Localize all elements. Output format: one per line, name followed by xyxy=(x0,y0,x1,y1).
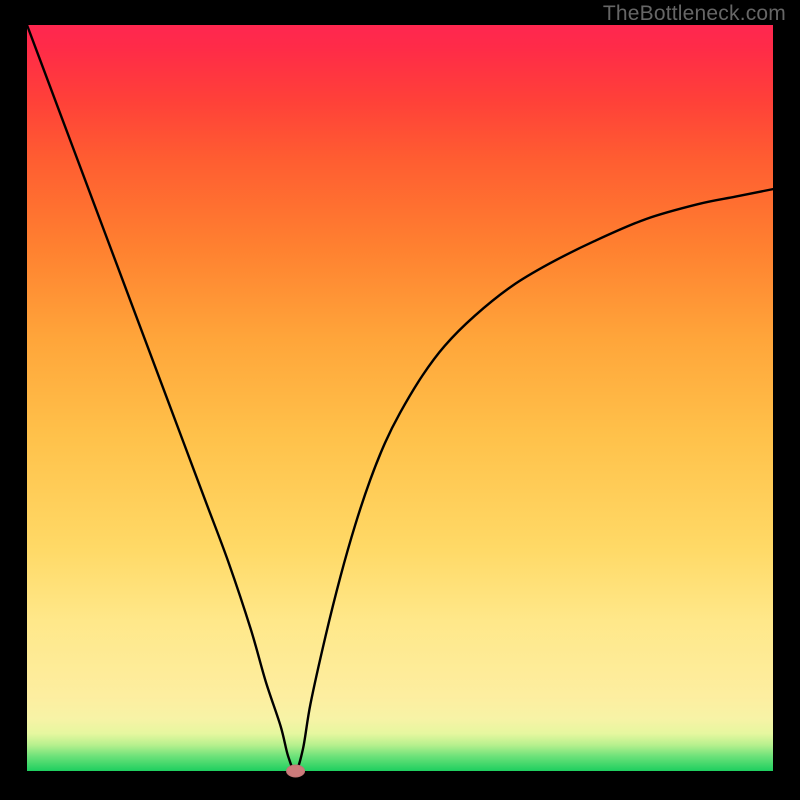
chart-plot-area xyxy=(27,25,773,771)
watermark-text: TheBottleneck.com xyxy=(603,2,786,26)
chart-frame: TheBottleneck.com xyxy=(0,0,800,800)
chart-svg xyxy=(27,25,773,771)
bottleneck-curve xyxy=(27,25,773,771)
optimal-point-marker xyxy=(287,765,305,777)
